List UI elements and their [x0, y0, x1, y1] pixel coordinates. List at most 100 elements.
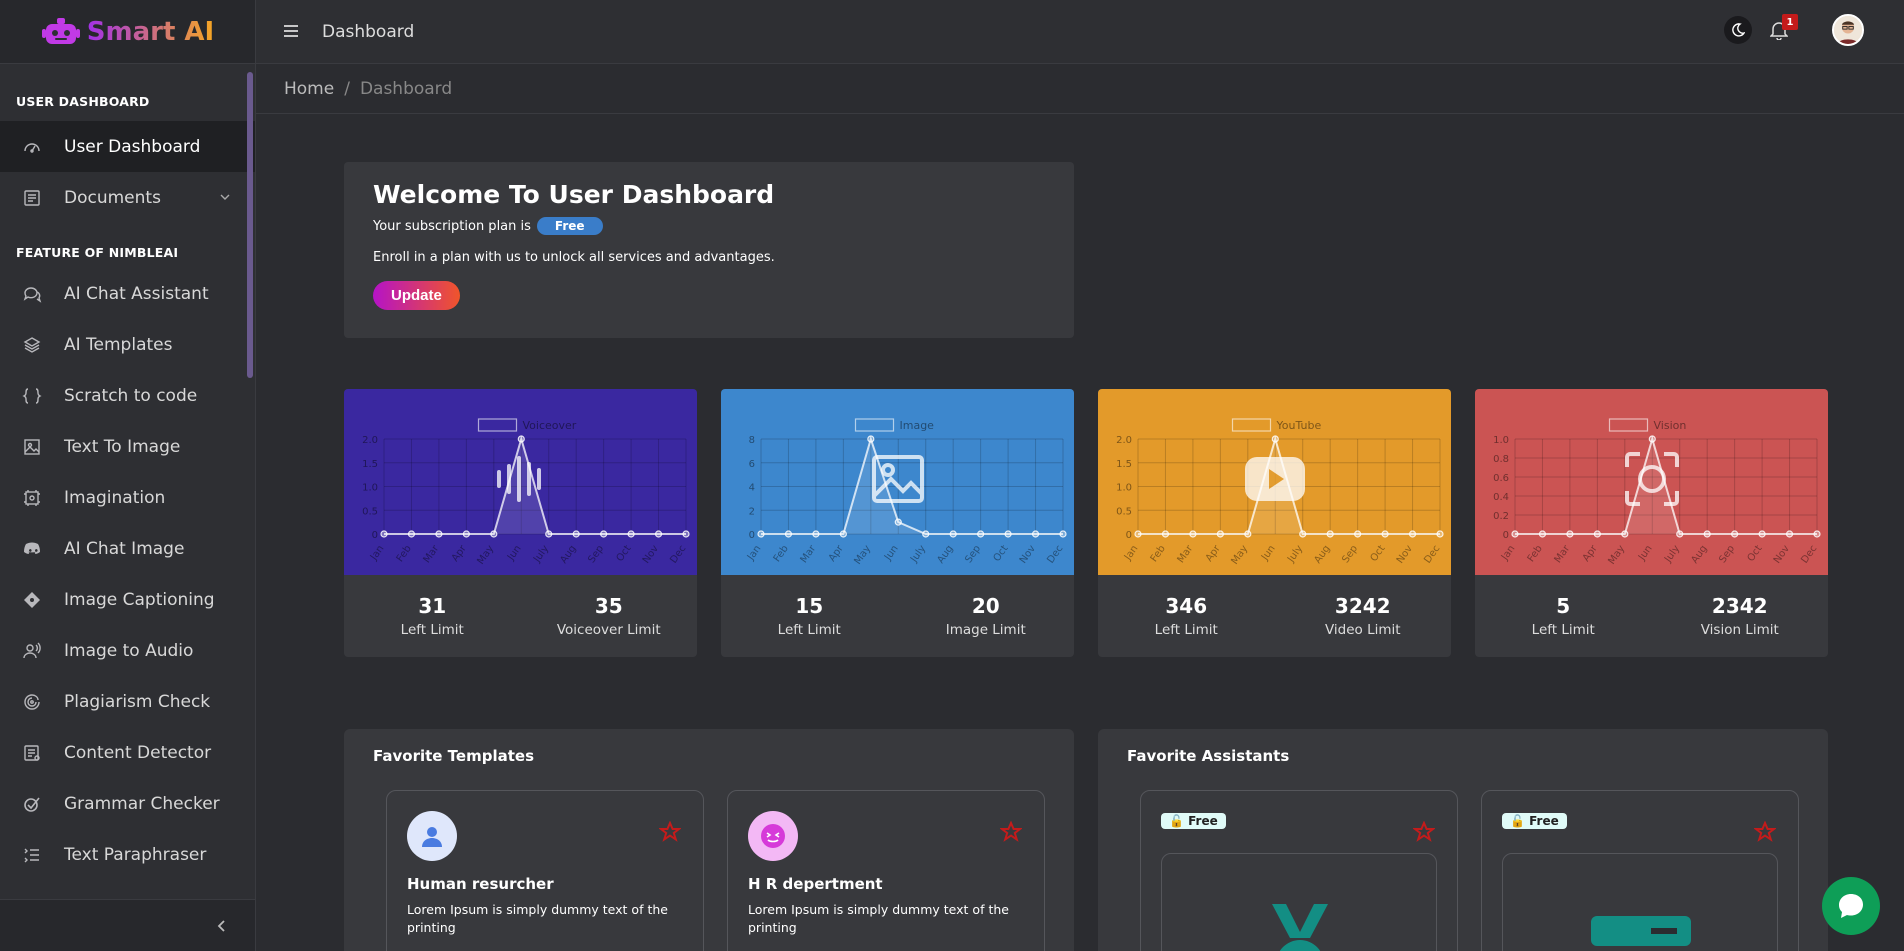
stat-label: Vision Limit	[1700, 622, 1779, 638]
section-feature: FEATURE OF NIMBLEAI	[16, 245, 179, 260]
template-title: H R depertment	[748, 875, 883, 893]
x-tick-label: Apr	[1581, 543, 1600, 564]
sidebar-item-text-paraphraser[interactable]: Text Paraphraser	[0, 829, 255, 880]
stat-label: Left Limit	[400, 622, 464, 638]
x-tick-label: Apr	[1204, 543, 1223, 564]
y-tick-label: 4	[749, 483, 755, 494]
y-tick-label: 2.0	[362, 435, 378, 446]
data-point	[1161, 530, 1170, 538]
y-tick-label: 1.0	[1116, 483, 1132, 494]
section-user-dashboard: USER DASHBOARD	[16, 94, 150, 109]
breadcrumb-home[interactable]: Home	[284, 79, 334, 99]
data-point	[682, 530, 690, 538]
stat-value: 31	[418, 594, 447, 618]
x-tick-label: Feb	[1149, 543, 1168, 564]
user-avatar[interactable]	[1832, 14, 1864, 46]
stat-label: Left Limit	[777, 622, 841, 638]
menu-toggle-icon[interactable]	[282, 20, 300, 44]
sidebar-item-ai-chat-assistant[interactable]: AI Chat Assistant	[0, 268, 255, 319]
template-card[interactable]: H R depertment Lorem Ipsum is simply dum…	[727, 790, 1045, 951]
sidebar-item-label: Imagination	[64, 487, 166, 508]
y-tick-label: 0.5	[1116, 506, 1132, 517]
legend-label: Voiceover	[523, 419, 577, 432]
y-tick-label: 1.5	[1116, 459, 1132, 470]
x-tick-label: Apr	[450, 543, 469, 564]
app-logo[interactable]: Smart AI	[0, 0, 255, 64]
data-point	[949, 530, 957, 538]
favorite-star-icon[interactable]	[658, 820, 682, 848]
x-tick-label: Oct	[615, 543, 634, 564]
favorite-star-icon[interactable]	[1412, 820, 1436, 848]
data-point	[1299, 530, 1307, 538]
data-point	[757, 530, 765, 538]
card-icon	[1591, 916, 1691, 946]
x-tick-label: Dec	[1422, 543, 1442, 565]
x-tick-label: Sep	[963, 543, 983, 565]
sidebar-item-label: Text Paraphraser	[64, 844, 207, 865]
assistant-card[interactable]: 🔓 Free	[1481, 790, 1799, 951]
x-tick-label: Mar	[799, 543, 819, 565]
y-tick-label: 0.8	[1493, 454, 1509, 465]
data-point	[1593, 530, 1601, 538]
y-tick-label: 1.0	[1493, 435, 1509, 446]
notifications-button[interactable]: 1	[1766, 14, 1798, 44]
sidebar-item-image-captioning[interactable]: Image Captioning	[0, 574, 255, 625]
data-point	[839, 530, 847, 538]
data-point	[1621, 530, 1629, 538]
youtube-stats: 346 Left Limit 3242 Video Limit	[1098, 575, 1451, 657]
frame-icon	[22, 488, 42, 508]
x-tick-label: Jan	[1499, 543, 1517, 563]
data-point	[867, 435, 875, 443]
x-tick-label: July	[908, 543, 928, 565]
chat-widget-button[interactable]	[1822, 877, 1880, 935]
dark-mode-toggle[interactable]	[1724, 16, 1752, 44]
favorite-assistants-title: Favorite Assistants	[1127, 747, 1290, 765]
sidebar-item-label: AI Templates	[64, 334, 173, 355]
x-tick-label: May	[852, 543, 873, 566]
data-point	[545, 530, 553, 538]
update-button[interactable]: Update	[373, 281, 460, 310]
data-point	[1566, 530, 1574, 538]
data-point	[812, 530, 820, 538]
data-point	[1785, 530, 1794, 538]
sidebar-item-scratch-to-code[interactable]: Scratch to code	[0, 370, 255, 421]
sidebar-item-content-detector[interactable]: Content Detector	[0, 727, 255, 778]
welcome-title: Welcome To User Dashboard	[373, 180, 775, 209]
badge-label: Free	[1188, 814, 1218, 828]
data-point	[1326, 530, 1334, 538]
sidebar-scrollbar[interactable]	[247, 72, 253, 378]
x-tick-label: Jun	[1259, 543, 1278, 563]
template-desc: Lorem Ipsum is simply dummy text of the …	[407, 902, 668, 935]
sidebar-item-plagiarism-check[interactable]: Plagiarism Check	[0, 676, 255, 727]
stat-value: 346	[1165, 594, 1208, 618]
check-circle-icon	[22, 794, 42, 814]
sidebar-item-image-to-audio[interactable]: Image to Audio	[0, 625, 255, 676]
sidebar-item-imagination[interactable]: Imagination	[0, 472, 255, 523]
data-point	[1134, 530, 1142, 538]
voiceover-card: Voiceover 2.0 1.5 1.0 0.5 0 Jan Feb Mar Apr May Jun…	[344, 389, 697, 657]
stat-right: 35 Voiceover Limit	[521, 594, 698, 638]
vision-stats: 5 Left Limit 2342 Vision Limit	[1475, 575, 1828, 657]
y-tick-label: 0.2	[1493, 511, 1509, 522]
badge-label: Free	[1529, 814, 1559, 828]
assistant-card[interactable]: 🔓 Free	[1140, 790, 1458, 951]
sidebar-item-ai-templates[interactable]: AI Templates	[0, 319, 255, 370]
stat-right: 2342 Vision Limit	[1652, 594, 1829, 638]
sidebar-item-user-dashboard[interactable]: User Dashboard	[0, 121, 255, 172]
sidebar-collapse-button[interactable]	[0, 899, 255, 951]
favorite-star-icon[interactable]	[1753, 820, 1777, 848]
sidebar-item-grammar-checker[interactable]: Grammar Checker	[0, 778, 255, 829]
sidebar-item-ai-chat-image[interactable]: AI Chat Image	[0, 523, 255, 574]
sidebar-item-documents[interactable]: Documents	[0, 172, 255, 223]
sidebar-item-text-to-image[interactable]: Text To Image	[0, 421, 255, 472]
legend-swatch	[477, 418, 518, 432]
template-card[interactable]: Human resurcher Lorem Ipsum is simply du…	[386, 790, 704, 951]
usage-cards: Voiceover 2.0 1.5 1.0 0.5 0 Jan Feb Mar Apr May Jun…	[344, 389, 1828, 657]
notification-count-badge: 1	[1782, 14, 1798, 30]
detector-icon	[22, 743, 42, 763]
y-tick-label: 1.5	[362, 459, 378, 470]
sidebar-item-label: AI Chat Image	[64, 538, 185, 559]
favorite-star-icon[interactable]	[999, 820, 1023, 848]
stat-left: 31 Left Limit	[344, 594, 521, 638]
chat-bubble-icon	[1839, 894, 1863, 918]
